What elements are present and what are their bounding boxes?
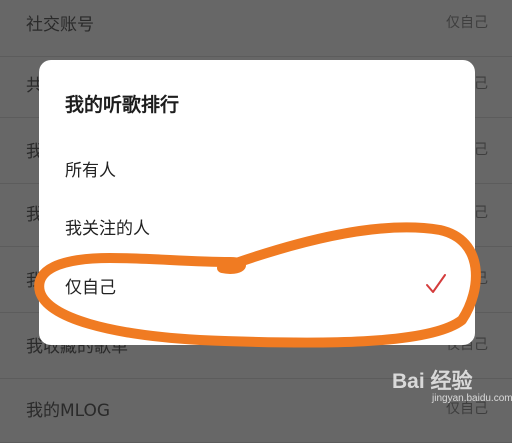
privacy-dialog: 我的听歌排行 所有人 我关注的人 仅自己 (39, 60, 475, 345)
option-label: 仅自己 (65, 278, 116, 298)
option-only-me[interactable]: 仅自己 (39, 257, 475, 313)
list-item-value: 仅自己 (446, 15, 488, 31)
list-item-value: 己 (474, 76, 488, 92)
list-item-value: 己 (474, 142, 488, 158)
list-item-social-account: 社交账号 仅自己 (0, 0, 512, 57)
option-label: 所有人 (65, 161, 116, 181)
dialog-title: 我的听歌排行 (65, 94, 180, 116)
list-item-value: 己 (474, 205, 488, 221)
watermark: Bai 经验 jingyan.baidu.com (392, 365, 512, 409)
watermark-logo-text: Bai 经验 (392, 370, 473, 393)
list-item-label: 我的MLOG (26, 401, 111, 421)
option-everyone[interactable]: 所有人 (39, 140, 475, 196)
list-item-label: 社交账号 (26, 15, 94, 35)
option-following[interactable]: 我关注的人 (39, 198, 475, 254)
watermark-url: jingyan.baidu.com (432, 393, 512, 404)
option-label: 我关注的人 (65, 219, 150, 239)
check-icon (426, 274, 446, 293)
list-item-value: 己 (474, 271, 488, 287)
